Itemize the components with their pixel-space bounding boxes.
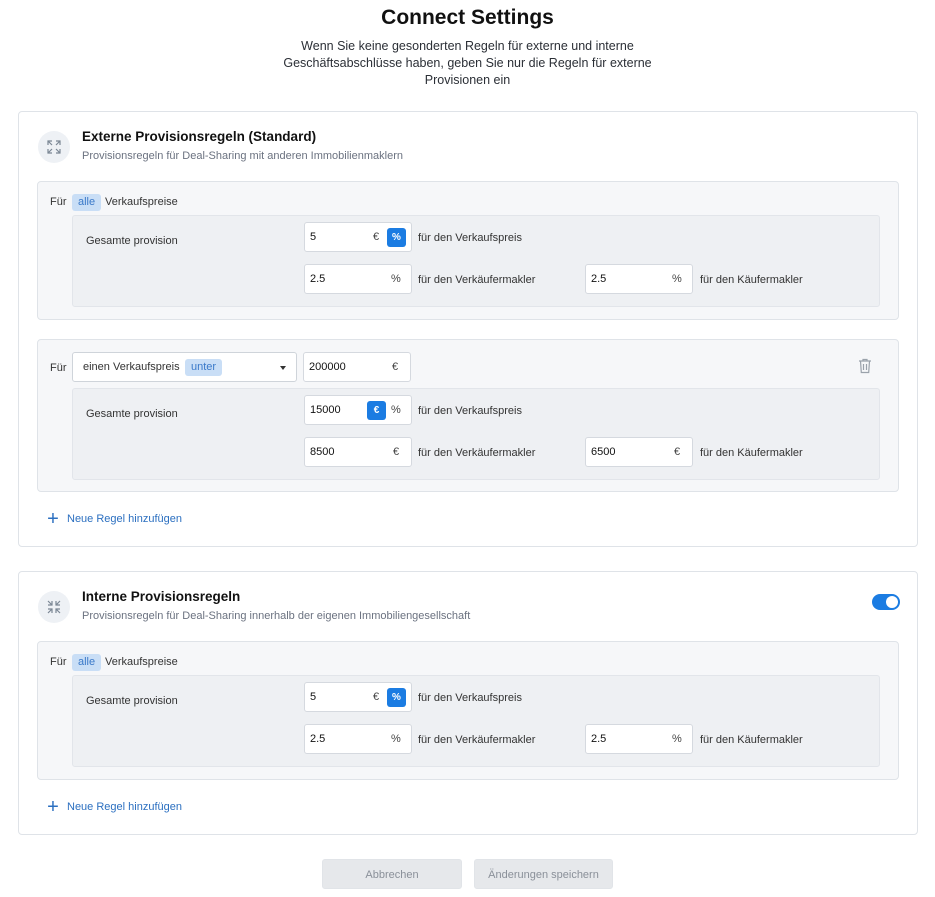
total-commission-input[interactable]: 5 € % [304,682,412,712]
fuer-label: Für [50,196,67,208]
buyer-commission-input[interactable]: 2.5 % [585,264,693,294]
add-rule-button[interactable]: + Neue Regel hinzufügen [45,796,182,818]
buyer-commission-input[interactable]: 2.5 % [585,724,693,754]
price-condition-select[interactable]: einen Verkaufspreis unter [72,352,297,382]
section-subtitle: Provisionsregeln für Deal-Sharing innerh… [82,610,471,622]
expand-icon [38,131,70,163]
plus-icon: + [47,508,59,530]
toggle-knob [886,596,898,608]
plus-icon: + [47,796,59,818]
unit-percent-toggle[interactable]: % [391,404,401,416]
save-changes-button[interactable]: Änderungen speichern [474,859,613,889]
threshold-input[interactable]: 200000 € [303,352,411,382]
collapse-icon [38,591,70,623]
commission-panel: Gesamte provision 15000 € % für den Verk… [72,388,880,480]
trash-icon[interactable] [858,358,874,376]
total-commission-label: Gesamte provision [86,408,178,420]
seller-commission-input[interactable]: 2.5 % [304,264,412,294]
for-seller-label: für den Verkäufermakler [418,734,536,746]
for-buyer-label: für den Käufermakler [700,274,803,286]
seller-commission-input[interactable]: 2.5 % [304,724,412,754]
rule-card: Für alle Verkaufspreise Gesamte provisio… [37,641,899,780]
internal-rules-toggle[interactable] [872,594,900,610]
for-buyer-label: für den Käufermakler [700,734,803,746]
unit-percent-toggle[interactable]: % [387,228,406,247]
total-commission-input[interactable]: 5 € % [304,222,412,252]
fuer-label: Für [50,362,67,374]
add-rule-button[interactable]: + Neue Regel hinzufügen [45,508,182,530]
unit-euro-toggle[interactable]: € [367,401,386,420]
section-title: Interne Provisionsregeln [82,589,241,604]
fuer-label: Für [50,656,67,668]
section-title: Externe Provisionsregeln (Standard) [82,129,317,144]
unit-percent-toggle[interactable]: % [387,688,406,707]
unit-euro-toggle[interactable]: € [373,231,379,243]
cancel-button[interactable]: Abbrechen [322,859,462,889]
for-buyer-label: für den Käufermakler [700,447,803,459]
page-title: Connect Settings [381,6,554,29]
condition-chip: unter [185,359,223,376]
total-commission-label: Gesamte provision [86,695,178,707]
seller-commission-input[interactable]: 8500 € [304,437,412,467]
price-scope-suffix: Verkaufspreise [105,656,178,668]
internal-rules-section: Interne Provisionsregeln Provisionsregel… [18,571,918,835]
total-commission-input[interactable]: 15000 € % [304,395,412,425]
external-rules-section: Externe Provisionsregeln (Standard) Prov… [18,111,918,547]
buyer-commission-input[interactable]: 6500 € [585,437,693,467]
commission-panel: Gesamte provision 5 € % für den Verkaufs… [72,215,880,307]
rule-card: Für einen Verkaufspreis unter 200000 € G… [37,339,899,492]
for-seller-label: für den Verkäufermakler [418,447,536,459]
chevron-down-icon [280,366,286,370]
page-subtitle: Wenn Sie keine gesonderten Regeln für ex… [283,39,652,87]
for-seller-label: für den Verkäufermakler [418,274,536,286]
total-commission-label: Gesamte provision [86,235,178,247]
price-scope-chip[interactable]: alle [72,654,102,671]
for-price-label: für den Verkaufspreis [418,405,522,417]
rule-card: Für alle Verkaufspreise Gesamte provisio… [37,181,899,320]
for-price-label: für den Verkaufspreis [418,232,522,244]
price-scope-suffix: Verkaufspreise [105,196,178,208]
unit-euro-toggle[interactable]: € [373,691,379,703]
for-price-label: für den Verkaufspreis [418,692,522,704]
commission-panel: Gesamte provision 5 € % für den Verkaufs… [72,675,880,767]
section-subtitle: Provisionsregeln für Deal-Sharing mit an… [82,150,403,162]
price-scope-chip[interactable]: alle [72,194,102,211]
